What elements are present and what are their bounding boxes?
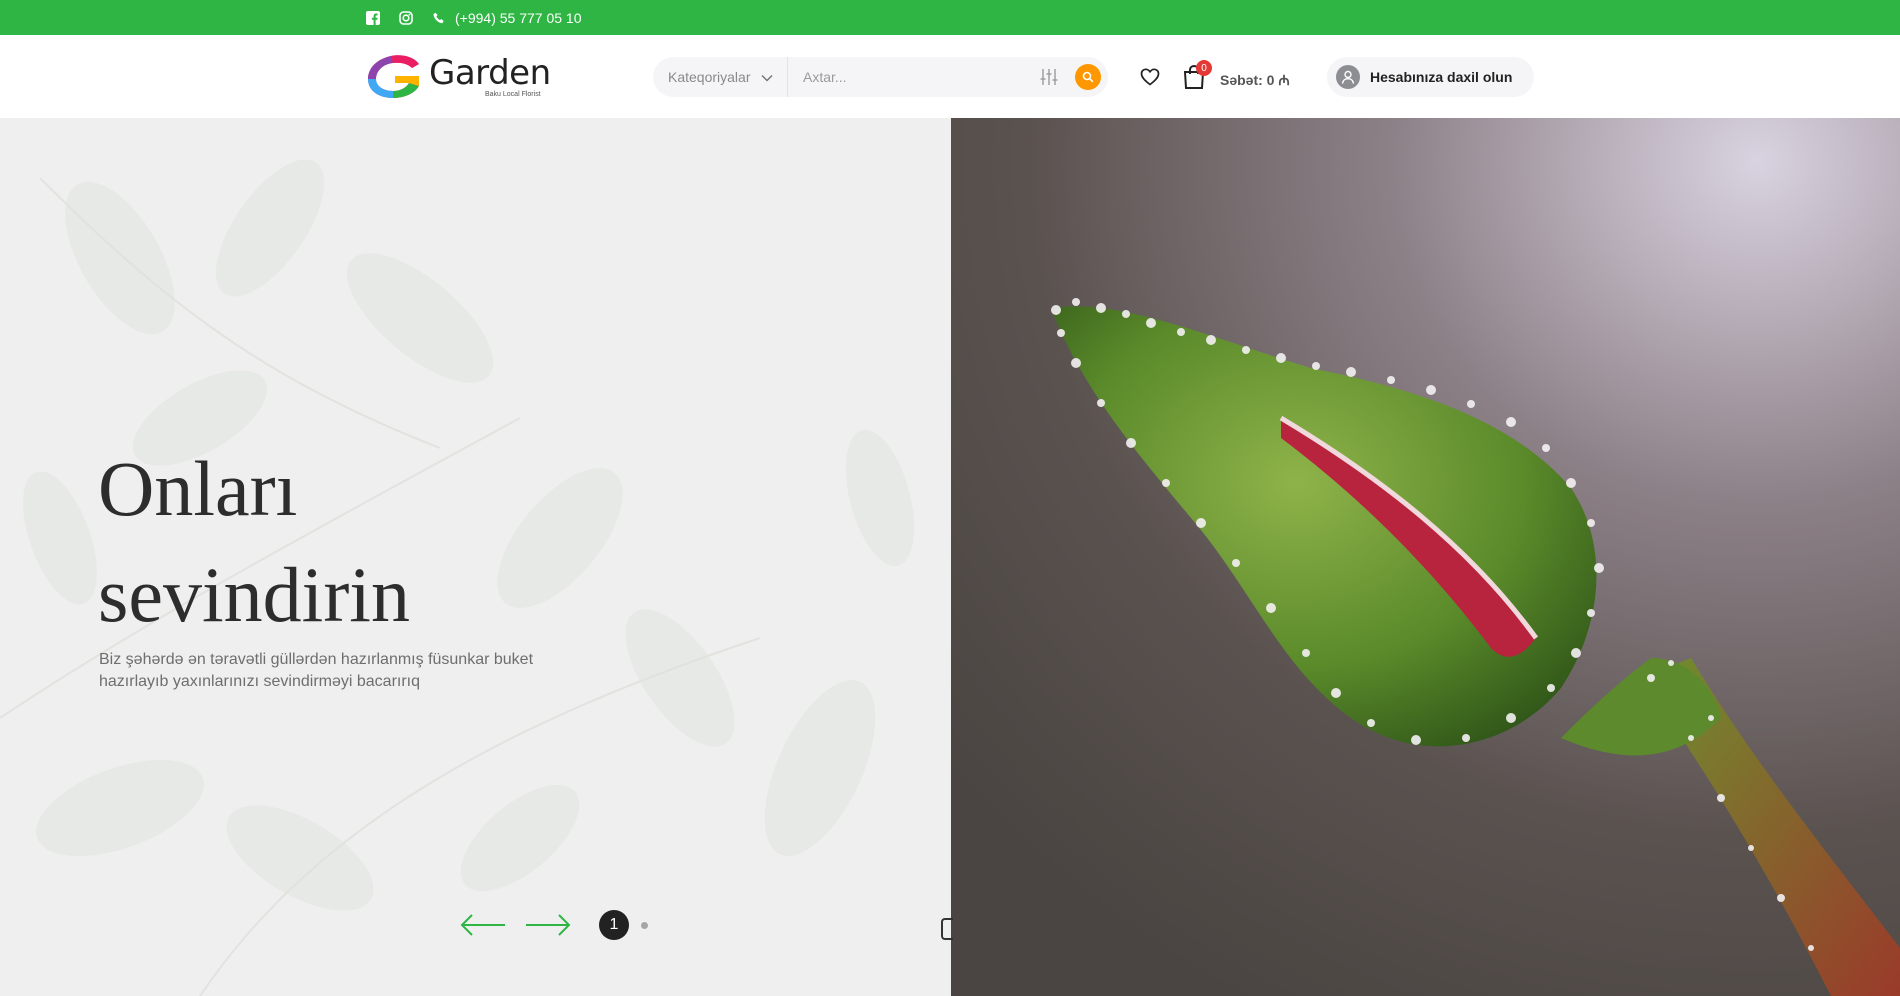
logo-tagline: Baku Local Florist (485, 90, 541, 98)
cart-total-label[interactable]: Səbət: 0 ₼ (1220, 71, 1290, 90)
login-button[interactable]: Hesabınıza daxil olun (1327, 57, 1534, 97)
hero-description: Biz şəhərdə ən təravətli güllərdən hazır… (99, 651, 534, 690)
slider-prev-arrow-icon[interactable] (458, 910, 508, 940)
search-bar: Kateqoriyalar (653, 57, 1108, 97)
logo[interactable]: Garden Baku Local Florist (365, 53, 551, 101)
slider-dot[interactable] (641, 922, 648, 929)
phone-icon (431, 10, 447, 26)
hero-slider: Onları sevindirin Biz şəhərdə ən təravət… (0, 118, 1900, 996)
facebook-icon[interactable] (365, 10, 381, 26)
slider-next-arrow-icon[interactable] (523, 910, 573, 940)
hero-title-line-2: sevindirin (98, 551, 410, 638)
top-bar-contacts: (+994) 55 777 05 10 (365, 0, 582, 35)
hero-text-panel: Onları sevindirin Biz şəhərdə ən təravət… (0, 118, 951, 996)
hero-title-line-1: Onları (98, 445, 298, 532)
category-select-label: Kateqoriyalar (668, 69, 751, 85)
logo-mark-icon (365, 54, 423, 100)
user-avatar-icon (1336, 65, 1360, 89)
filter-sliders-icon[interactable] (1037, 65, 1061, 89)
scroll-indicator-icon (941, 918, 953, 940)
slider-dot-active[interactable]: 1 (599, 910, 629, 940)
search-button[interactable] (1075, 64, 1101, 90)
login-label: Hesabınıza daxil olun (1370, 69, 1513, 85)
phone-number[interactable]: (+994) 55 777 05 10 (455, 10, 582, 26)
hero-title: Onları sevindirin (98, 436, 698, 648)
wishlist-heart-icon[interactable] (1139, 67, 1161, 87)
logo-name: Garden (429, 52, 551, 93)
hero-image-frosted-rosebud (951, 118, 1900, 996)
cart-button[interactable]: 0 (1182, 60, 1212, 92)
cart-count-badge: 0 (1196, 60, 1212, 76)
chevron-down-icon (760, 69, 773, 85)
header: Garden Baku Local Florist Kateqoriyalar … (0, 35, 1900, 118)
top-bar: (+994) 55 777 05 10 (0, 0, 1900, 35)
search-icon (1082, 71, 1094, 83)
search-input[interactable] (788, 57, 1037, 97)
instagram-icon[interactable] (398, 10, 414, 26)
category-select[interactable]: Kateqoriyalar (653, 57, 788, 97)
